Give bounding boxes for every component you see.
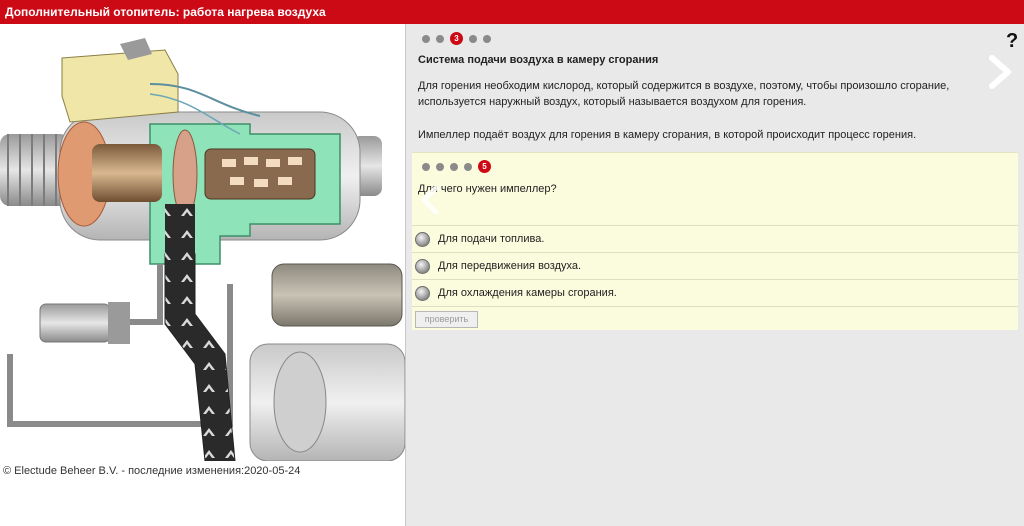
help-icon[interactable]: ?	[1006, 30, 1018, 53]
next-arrow-icon[interactable]	[984, 54, 1014, 90]
quiz-pager-dot[interactable]	[422, 162, 430, 171]
pager-dot[interactable]	[483, 34, 491, 43]
answer-option[interactable]: Для охлаждения камеры сгорания.	[412, 279, 1018, 306]
pager-dot[interactable]	[469, 34, 477, 43]
answer-label: Для охлаждения камеры сгорания.	[438, 287, 617, 299]
quiz-box: 5 Для чего нужен импеллер? Для подачи то…	[412, 152, 1018, 330]
answer-label: Для подачи топлива.	[438, 233, 545, 245]
copyright-note: © Electude Beheer B.V. - последние измен…	[3, 465, 301, 477]
section-title: Система подачи воздуха в камеру сгорания	[418, 54, 659, 66]
check-button[interactable]: проверить	[415, 311, 478, 328]
quiz-pager-dot[interactable]	[436, 162, 444, 171]
quiz-pager: 5	[422, 160, 491, 173]
fuel-filter	[39, 303, 111, 343]
answer-option[interactable]: Для подачи топлива.	[412, 225, 1018, 252]
answer-option[interactable]: Для передвижения воздуха.	[412, 252, 1018, 279]
exhaust-silencer	[249, 343, 405, 461]
heater-illustration	[0, 38, 405, 461]
motor	[92, 144, 162, 202]
fuel-tank	[271, 263, 403, 327]
illustration-panel: © Electude Beheer B.V. - последние измен…	[0, 24, 405, 526]
pager-dot[interactable]	[422, 34, 430, 43]
content-panel: 3 ? Система подачи воздуха в камеру сгор…	[406, 24, 1024, 526]
control-unit	[61, 49, 179, 123]
combustion-air-hose	[164, 253, 236, 461]
quiz-pager-dot-active[interactable]: 5	[478, 160, 491, 173]
page-pager: 3	[422, 32, 491, 45]
radio-icon[interactable]	[415, 231, 430, 247]
pager-dot[interactable]	[436, 34, 444, 43]
prev-arrow-icon[interactable]	[418, 184, 442, 216]
radio-icon[interactable]	[415, 258, 430, 274]
radio-icon[interactable]	[415, 285, 430, 301]
quiz-footer	[412, 306, 1018, 331]
answer-label: Для передвижения воздуха.	[438, 260, 582, 272]
impeller-paragraph: Импеллер подаёт воздух для горения в кам…	[418, 129, 917, 141]
combustion-chamber	[204, 148, 316, 200]
app-title: Дополнительный отопитель: работа нагрева…	[0, 0, 1024, 24]
quiz-pager-dot[interactable]	[464, 162, 472, 171]
quiz-pager-dot[interactable]	[450, 162, 458, 171]
intro-paragraph: Для горения необходим кислород, который …	[418, 80, 950, 108]
pager-dot-active[interactable]: 3	[450, 32, 463, 45]
